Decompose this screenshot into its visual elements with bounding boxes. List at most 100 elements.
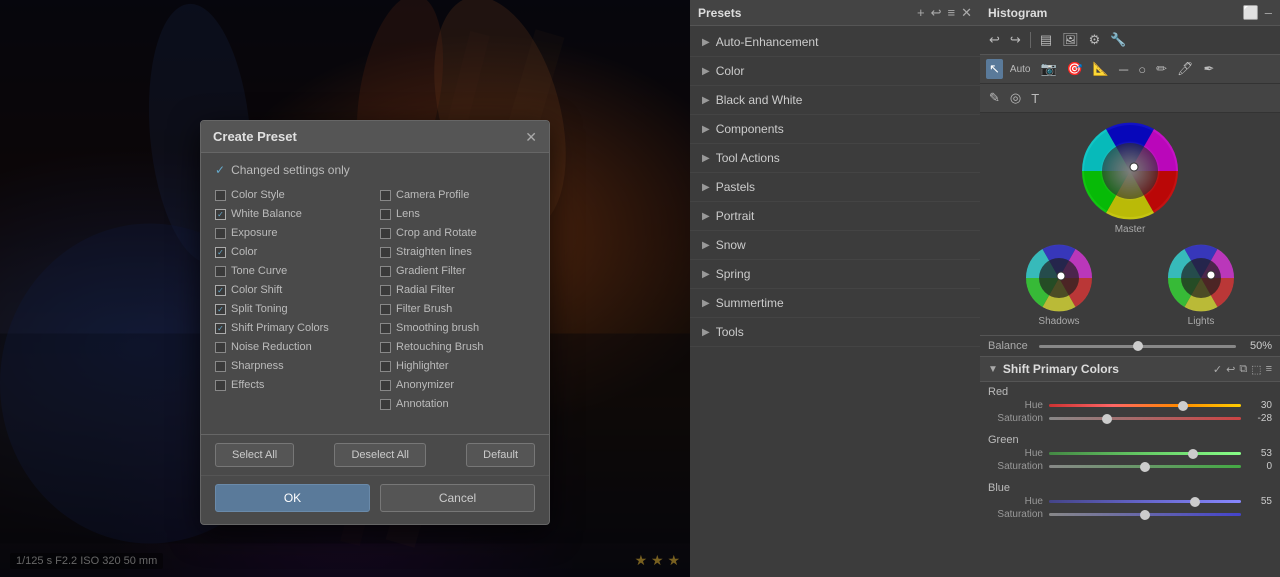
camera-icon[interactable]: 📷 [1037, 59, 1059, 79]
green-sat-slider[interactable] [1049, 465, 1241, 468]
ok-button[interactable]: OK [215, 484, 370, 512]
preset-item-tool-actions[interactable]: ▶ Tool Actions [690, 144, 980, 173]
green-hue-slider[interactable] [1049, 452, 1241, 455]
preset-item-portrait[interactable]: ▶ Portrait [690, 202, 980, 231]
preset-item-spring[interactable]: ▶ Spring [690, 260, 980, 289]
red-sat-slider[interactable] [1049, 417, 1241, 420]
preset-item-components[interactable]: ▶ Components [690, 115, 980, 144]
cb-split-toning [215, 304, 226, 315]
red-hue-value: 30 [1247, 400, 1272, 411]
checkbox-straighten[interactable]: Straighten lines [380, 244, 535, 260]
target-icon[interactable]: 🎯 [1064, 59, 1086, 79]
modal-header: Create Preset ✕ [201, 121, 549, 153]
balance-thumb[interactable] [1133, 341, 1143, 351]
close-presets-icon[interactable]: ✕ [961, 6, 972, 19]
blue-hue-slider[interactable] [1049, 500, 1241, 503]
line-icon[interactable]: ─ [1116, 60, 1131, 79]
check-icon[interactable]: ✓ [1213, 363, 1222, 376]
checkbox-radial-filter[interactable]: Radial Filter [380, 282, 535, 298]
add-preset-icon[interactable]: + [917, 6, 925, 19]
red-sat-thumb[interactable] [1102, 414, 1112, 424]
wrench-icon[interactable]: 🔧 [1107, 30, 1129, 50]
lights-color-wheel[interactable] [1166, 243, 1236, 313]
balance-slider[interactable] [1039, 345, 1236, 348]
text-icon[interactable]: T [1028, 89, 1042, 108]
select-all-button[interactable]: Select All [215, 443, 294, 467]
photo-tool-icon[interactable]: 🖼 [1059, 30, 1082, 50]
preset-item-auto-enhancement[interactable]: ▶ Auto-Enhancement [690, 28, 980, 57]
preset-item-summertime[interactable]: ▶ Summertime [690, 289, 980, 318]
preset-item-color[interactable]: ▶ Color [690, 57, 980, 86]
checkbox-split-toning[interactable]: Split Toning [215, 301, 370, 317]
checkbox-gradient-filter[interactable]: Gradient Filter [380, 263, 535, 279]
eraser-icon[interactable]: ✒ [1201, 59, 1218, 79]
presets-list: ▶ Auto-Enhancement ▶ Color ▶ Black and W… [690, 26, 980, 349]
checkbox-smoothing-brush[interactable]: Smoothing brush [380, 320, 535, 336]
default-button[interactable]: Default [466, 443, 535, 467]
modal-body: ✓ Changed settings only Color Style Came… [201, 153, 549, 434]
presets-title: Presets [698, 6, 741, 20]
settings-cog-icon[interactable]: ⚙ [1086, 30, 1104, 50]
checkbox-sharpness[interactable]: Sharpness [215, 358, 370, 374]
blue-hue-thumb[interactable] [1190, 497, 1200, 507]
checkbox-highlighter[interactable]: Highlighter [380, 358, 535, 374]
checkbox-color-style[interactable]: Color Style [215, 187, 370, 203]
shadows-color-wheel[interactable] [1024, 243, 1094, 313]
red-hue-thumb[interactable] [1178, 401, 1188, 411]
chevron-right-icon: ▶ [702, 211, 710, 222]
heal-icon[interactable]: ✎ [986, 88, 1003, 108]
reset-icon[interactable]: ↩ [1226, 363, 1235, 376]
checkbox-anonymizer[interactable]: Anonymizer [380, 377, 535, 393]
more-icon[interactable]: ≡ [1266, 363, 1272, 376]
deselect-all-button[interactable]: Deselect All [334, 443, 425, 467]
red-hue-slider[interactable] [1049, 404, 1241, 407]
checkbox-annotation[interactable]: Annotation [380, 396, 535, 412]
preset-item-pastels[interactable]: ▶ Pastels [690, 173, 980, 202]
undo-icon[interactable]: ↩ [931, 6, 942, 19]
cancel-button[interactable]: Cancel [380, 484, 535, 512]
blue-sat-slider[interactable] [1049, 513, 1241, 516]
pointer-tool-icon[interactable]: ↖ [986, 59, 1003, 79]
stamp-icon[interactable]: ◎ [1007, 88, 1024, 108]
pen-icon[interactable]: ✏ [1153, 59, 1170, 79]
checkbox-tone-curve[interactable]: Tone Curve [215, 263, 370, 279]
checkbox-exposure[interactable]: Exposure [215, 225, 370, 241]
checkbox-lens[interactable]: Lens [380, 206, 535, 222]
section-collapse-icon[interactable]: ▼ [988, 364, 998, 375]
chevron-right-icon: ▶ [702, 240, 710, 251]
blue-sat-thumb[interactable] [1140, 510, 1150, 520]
histogram-settings-icon[interactable]: – [1265, 6, 1272, 19]
checkbox-retouching-brush[interactable]: Retouching Brush [380, 339, 535, 355]
circle-icon[interactable]: ○ [1135, 60, 1149, 79]
checkbox-color-shift[interactable]: Color Shift [215, 282, 370, 298]
preset-item-snow[interactable]: ▶ Snow [690, 231, 980, 260]
ruler-icon[interactable]: 📐 [1090, 59, 1112, 79]
checkbox-white-balance[interactable]: White Balance [215, 206, 370, 222]
histogram-expand-icon[interactable]: ⬜ [1243, 6, 1259, 19]
green-hue-thumb[interactable] [1188, 449, 1198, 459]
checkbox-color[interactable]: Color [215, 244, 370, 260]
blue-sat-row: Saturation [988, 509, 1272, 520]
undo-tool-icon[interactable]: ↩ [986, 30, 1003, 50]
checkbox-filter-brush[interactable]: Filter Brush [380, 301, 535, 317]
auto-tool-icon[interactable]: Auto [1007, 62, 1034, 77]
green-sat-value: 0 [1247, 461, 1272, 472]
green-sat-label: Saturation [988, 461, 1043, 472]
checkbox-camera-profile[interactable]: Camera Profile [380, 187, 535, 203]
menu-icon[interactable]: ≡ [948, 6, 956, 19]
checkbox-shift-primary[interactable]: Shift Primary Colors [215, 320, 370, 336]
checkbox-crop-rotate[interactable]: Crop and Rotate [380, 225, 535, 241]
master-color-wheel[interactable] [1080, 121, 1180, 221]
modal-close-button[interactable]: ✕ [525, 130, 537, 144]
preset-item-black-and-white[interactable]: ▶ Black and White [690, 86, 980, 115]
histogram-tool-icon[interactable]: ▤ [1037, 30, 1055, 50]
paste-icon[interactable]: ⬚ [1251, 363, 1261, 376]
preset-item-tools[interactable]: ▶ Tools [690, 318, 980, 347]
chevron-right-icon: ▶ [702, 269, 710, 280]
copy-icon[interactable]: ⧉ [1239, 363, 1247, 376]
checkbox-effects[interactable]: Effects [215, 377, 370, 393]
green-sat-thumb[interactable] [1140, 462, 1150, 472]
redo-tool-icon[interactable]: ↪ [1007, 30, 1024, 50]
brush-icon[interactable]: 🖊 [1174, 59, 1197, 79]
checkbox-noise-reduction[interactable]: Noise Reduction [215, 339, 370, 355]
